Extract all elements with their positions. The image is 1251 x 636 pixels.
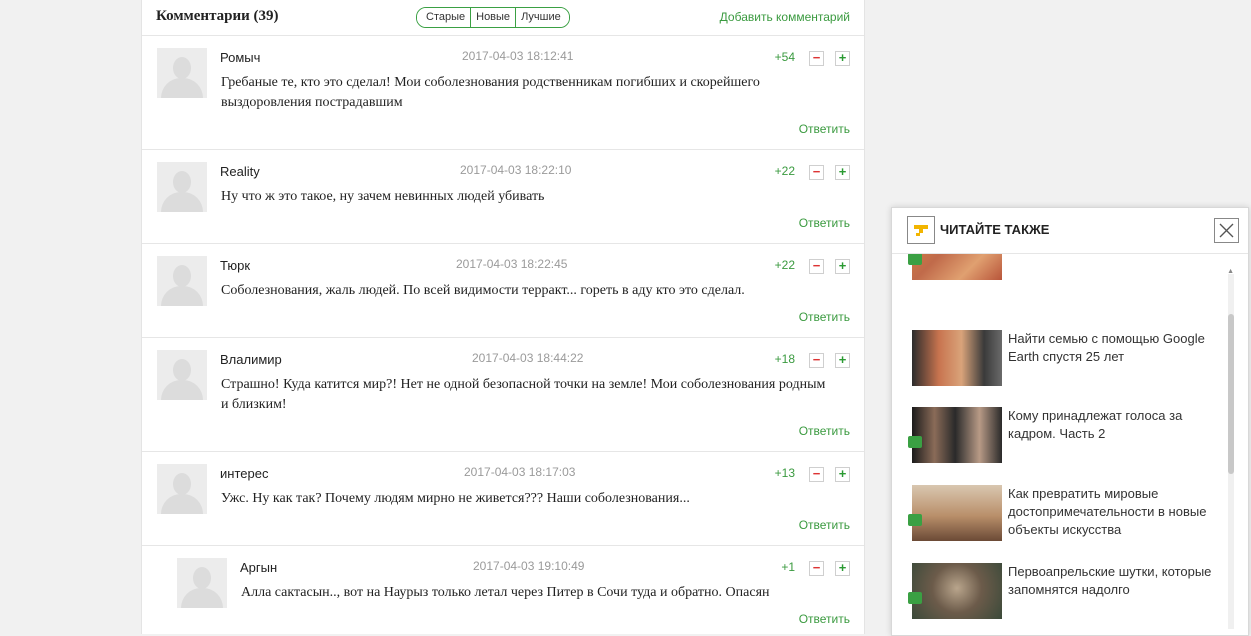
avatar	[157, 350, 207, 400]
reply-link[interactable]: Ответить	[799, 612, 850, 626]
reply-link[interactable]: Ответить	[799, 518, 850, 532]
reply-link[interactable]: Ответить	[799, 122, 850, 136]
comment-date: 2017-04-03 18:44:22	[472, 351, 584, 365]
comment: Тюрк 2017-04-03 18:22:45 +22 − + Соболез…	[142, 244, 864, 338]
comment: интерес 2017-04-03 18:17:03 +13 − + Ужс.…	[142, 452, 864, 546]
avatar	[157, 256, 207, 306]
vote-up-button[interactable]: +	[835, 353, 850, 368]
read-also-title: ЧИТАЙТЕ ТАКЖЕ	[940, 222, 1050, 237]
vote-down-button[interactable]: −	[809, 165, 824, 180]
video-icon	[908, 436, 922, 448]
thumbnail-image	[912, 254, 1002, 280]
sort-tab-old[interactable]: Старые	[417, 8, 471, 27]
reply-link[interactable]: Ответить	[799, 310, 850, 324]
scrollbar[interactable]	[1228, 274, 1234, 629]
read-also-item-title: Первоапрельские шутки, которые запомнятс…	[1008, 564, 1212, 597]
avatar	[157, 48, 207, 98]
close-icon[interactable]	[1214, 218, 1239, 243]
comments-header: Комментарии (39) Старые Новые Лучшие Доб…	[142, 0, 864, 36]
comment-score: +22	[774, 258, 795, 272]
read-also-item[interactable]: Первоапрельские шутки, которые запомнятс…	[908, 563, 1222, 621]
vote-down-button[interactable]: −	[809, 561, 824, 576]
comment-date: 2017-04-03 18:22:10	[460, 163, 572, 177]
comment-author[interactable]: Ромыч	[220, 50, 260, 65]
comment-author[interactable]: Reality	[220, 164, 260, 179]
read-also-panel: ЧИТАЙТЕ ТАКЖЕ Найти семью с помощью Goog…	[891, 207, 1249, 636]
comment-score: +1	[781, 560, 795, 574]
read-also-list: Найти семью с помощью Google Earth спуст…	[892, 254, 1248, 635]
scrollbar-thumb[interactable]	[1228, 314, 1234, 474]
comment-date: 2017-04-03 18:12:41	[462, 49, 574, 63]
vote-up-button[interactable]: +	[835, 467, 850, 482]
comment-reply: Аргын 2017-04-03 19:10:49 +1 − + Алла са…	[142, 546, 864, 634]
vote-down-button[interactable]: −	[809, 353, 824, 368]
thumbnail-image	[912, 485, 1002, 541]
vote-down-button[interactable]: −	[809, 259, 824, 274]
avatar	[157, 162, 207, 212]
comment-text: Соболезнования, жаль людей. По всей види…	[221, 283, 745, 298]
comment: Reality 2017-04-03 18:22:10 +22 − + Ну ч…	[142, 150, 864, 244]
add-comment-link[interactable]: Добавить комментарий	[720, 10, 850, 24]
vote-up-button[interactable]: +	[835, 165, 850, 180]
read-also-item[interactable]: Кому принадлежат голоса за кадром. Часть…	[908, 407, 1222, 465]
photo-icon	[908, 592, 922, 604]
comment-author[interactable]: Влалимир	[220, 352, 282, 367]
vote-down-button[interactable]: −	[809, 51, 824, 66]
reply-link[interactable]: Ответить	[799, 216, 850, 230]
read-also-item-title: Кому принадлежат голоса за кадром. Часть…	[1008, 408, 1183, 441]
comment-score: +22	[774, 164, 795, 178]
comment-text: Гребаные те, кто это сделал! Мои соболез…	[221, 75, 760, 110]
video-icon	[908, 254, 922, 265]
photo-icon	[908, 514, 922, 526]
sort-tabs: Старые Новые Лучшие	[416, 7, 570, 28]
comment-text: Алла сактасын.., вот на Наурыз только ле…	[241, 585, 770, 600]
comment-author[interactable]: Аргын	[240, 560, 277, 575]
comment: Влалимир 2017-04-03 18:44:22 +18 − + Стр…	[142, 338, 864, 452]
vote-up-button[interactable]: +	[835, 561, 850, 576]
reply-link[interactable]: Ответить	[799, 424, 850, 438]
comment-date: 2017-04-03 19:10:49	[473, 559, 585, 573]
comment-date: 2017-04-03 18:22:45	[456, 257, 568, 271]
thumbnail-image	[912, 407, 1002, 463]
comment-date: 2017-04-03 18:17:03	[464, 465, 576, 479]
avatar	[177, 558, 227, 608]
comment: Ромыч 2017-04-03 18:12:41 +54 − + Гребан…	[142, 36, 864, 150]
comment-text: Страшно! Куда катится мир?! Нет не одной…	[221, 377, 826, 412]
comment-author[interactable]: интерес	[220, 466, 268, 481]
read-also-item-title: Как превратить мировые достопримечательн…	[1008, 486, 1207, 537]
read-also-item[interactable]: Найти семью с помощью Google Earth спуст…	[912, 330, 1222, 388]
read-also-item[interactable]: Как превратить мировые достопримечательн…	[908, 485, 1222, 543]
comment-text: Ужс. Ну как так? Почему людям мирно не ж…	[221, 491, 690, 506]
sort-tab-new[interactable]: Новые	[470, 8, 516, 27]
comment-author[interactable]: Тюрк	[220, 258, 250, 273]
read-also-item[interactable]	[908, 254, 1222, 282]
thumbnail-image	[912, 563, 1002, 619]
comment-score: +18	[774, 352, 795, 366]
logo-icon	[907, 216, 935, 244]
avatar	[157, 464, 207, 514]
read-also-item-title: Найти семью с помощью Google Earth спуст…	[1008, 331, 1205, 364]
comment-score: +13	[774, 466, 795, 480]
read-also-header: ЧИТАЙТЕ ТАКЖЕ	[892, 208, 1248, 254]
comments-panel: Комментарии (39) Старые Новые Лучшие Доб…	[141, 0, 865, 634]
vote-up-button[interactable]: +	[835, 51, 850, 66]
comment-text: Ну что ж это такое, ну зачем невинных лю…	[221, 189, 545, 204]
sort-tab-best[interactable]: Лучшие	[515, 8, 569, 27]
vote-down-button[interactable]: −	[809, 467, 824, 482]
comments-title: Комментарии (39)	[156, 8, 279, 24]
vote-up-button[interactable]: +	[835, 259, 850, 274]
thumbnail-image	[912, 330, 1002, 386]
comment-score: +54	[774, 50, 795, 64]
